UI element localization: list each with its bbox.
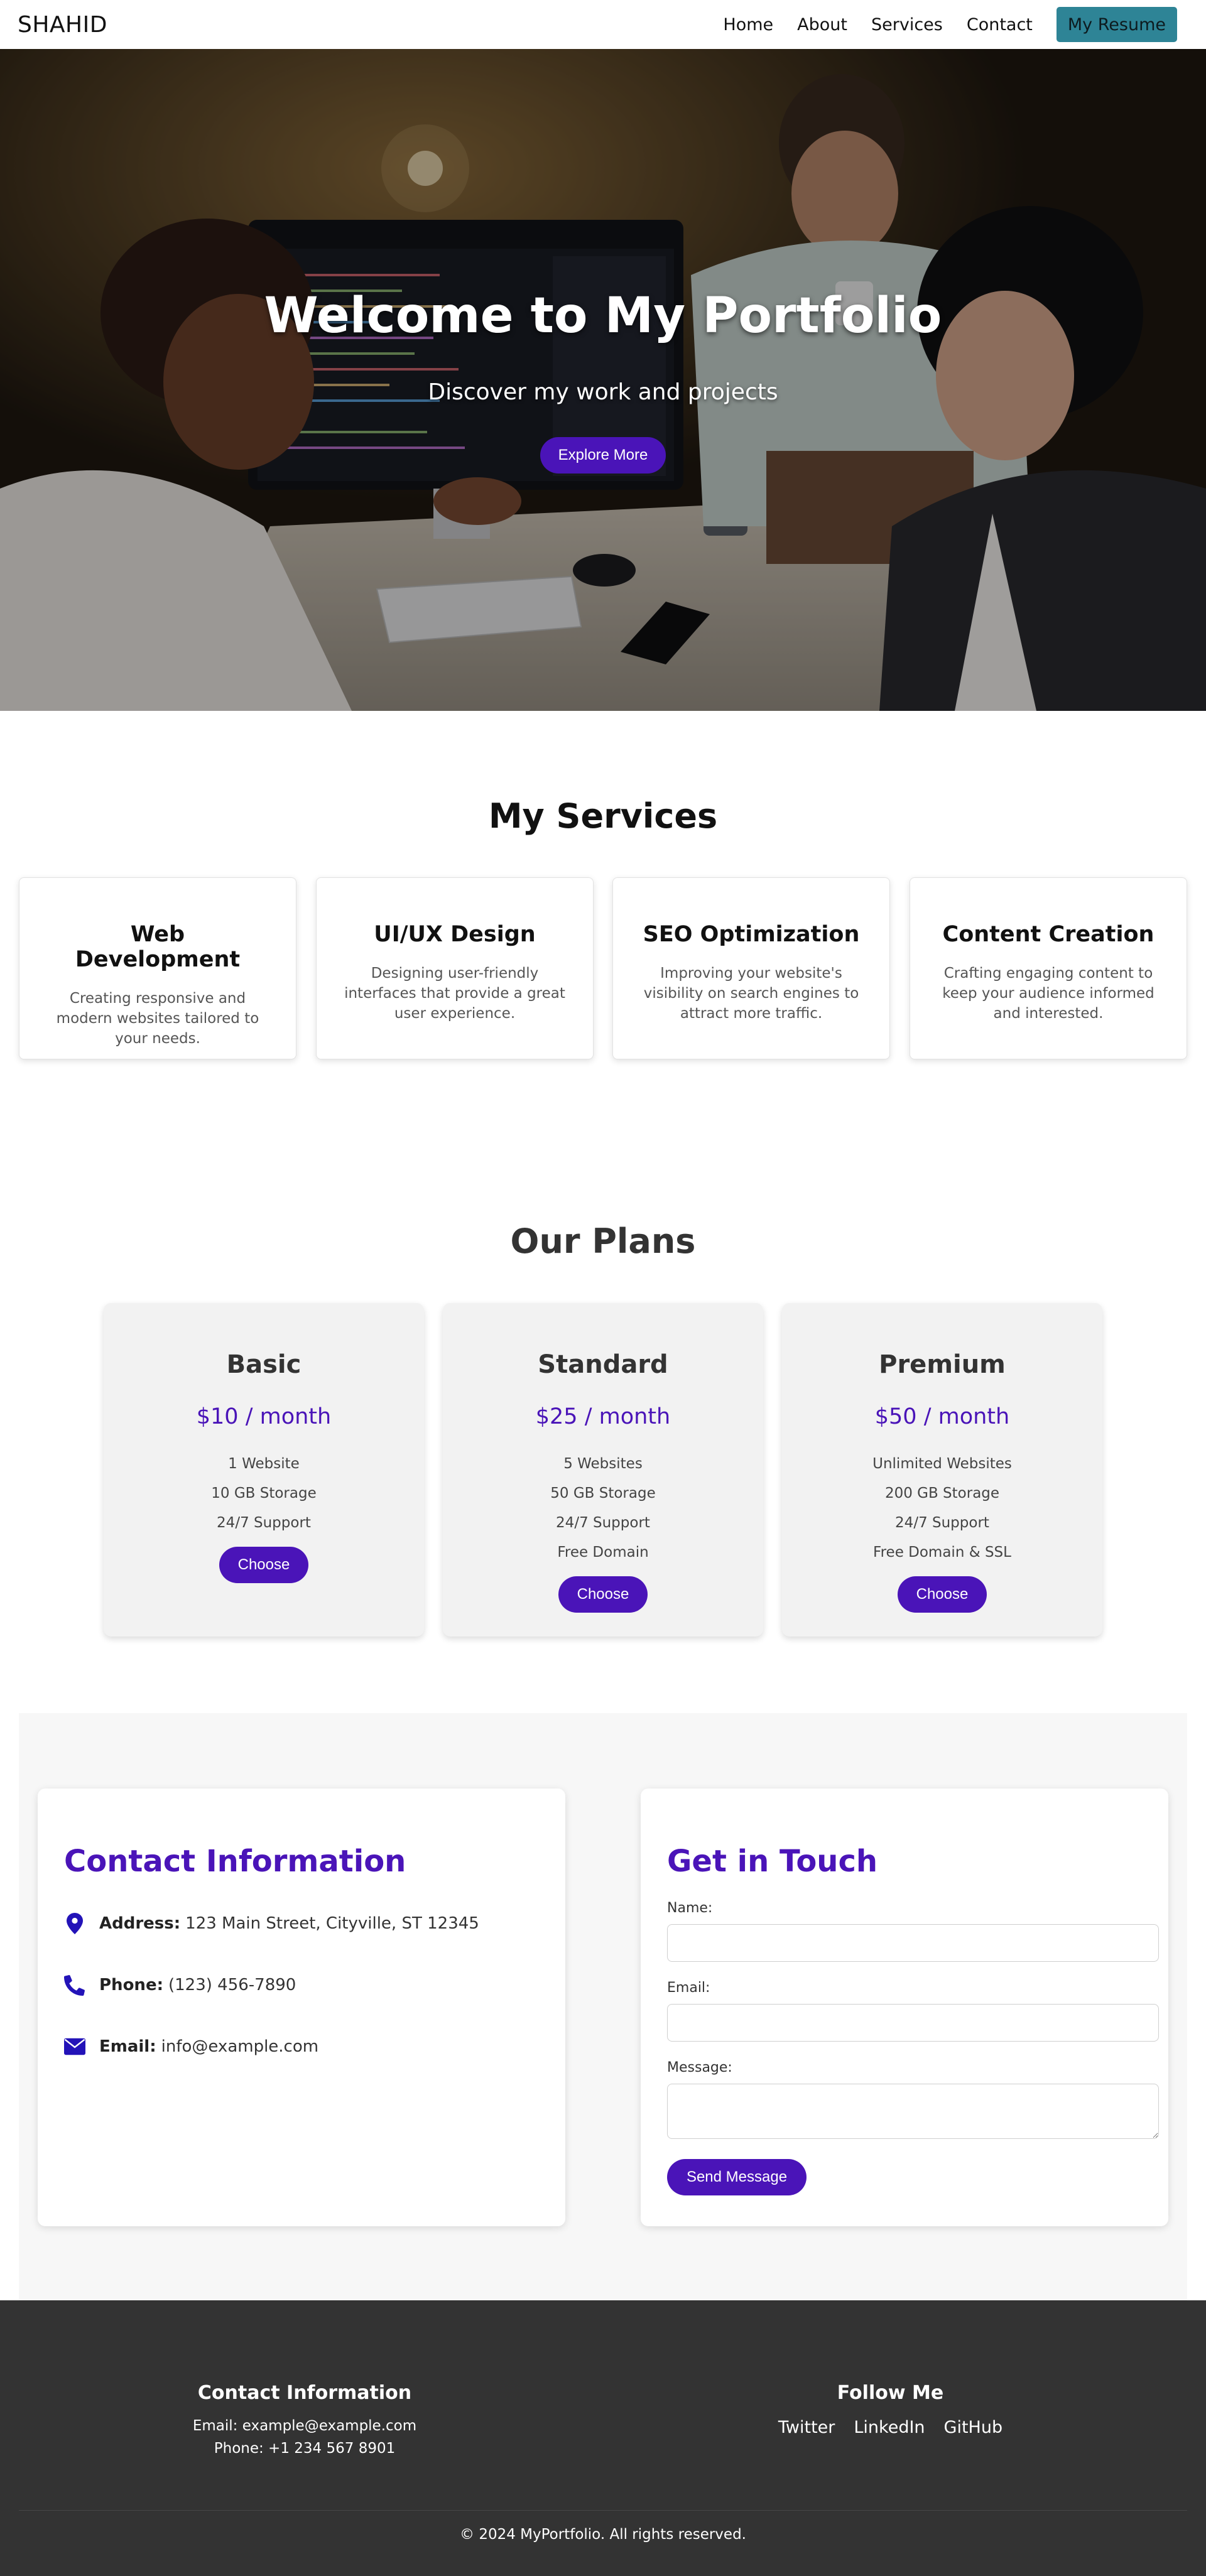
email-field-label: Email: [667,1980,710,1996]
envelope-icon [64,2036,85,2057]
contact-email-row: Email: info@example.com [64,2036,318,2057]
footer-contact-column: Contact Information Email: example@examp… [0,2382,609,2457]
plan-card-standard: Standard $25 / month 5 Websites 50 GB St… [443,1303,763,1637]
contact-section: Contact Information Address: 123 Main St… [19,1713,1187,2300]
plan-price: $50 / month [874,1404,1010,1429]
name-input[interactable] [667,1924,1159,1962]
footer-social-column: Follow Me Twitter LinkedIn GitHub [587,2382,1193,2437]
plan-feature: 24/7 Support [556,1515,650,1531]
github-link[interactable]: GitHub [944,2418,1003,2437]
plan-feature: 10 GB Storage [211,1485,317,1502]
plan-feature: 24/7 Support [217,1515,311,1531]
plan-card-premium: Premium $50 / month Unlimited Websites 2… [782,1303,1102,1637]
hero-title: Welcome to My Portfolio [264,288,942,344]
service-description: Crafting engaging content to keep your a… [942,965,1154,1022]
choose-standard-button[interactable]: Choose [558,1576,648,1613]
plan-feature: Unlimited Websites [872,1456,1012,1472]
service-title: UI/UX Design [374,922,536,947]
contact-info-card: Contact Information Address: 123 Main St… [38,1789,565,2226]
nav-link-home[interactable]: Home [723,15,773,35]
plan-feature: 1 Website [228,1456,300,1472]
nav-link-contact[interactable]: Contact [967,15,1033,35]
linkedin-link[interactable]: LinkedIn [854,2418,925,2437]
copyright-text: © 2024 MyPortfolio. All rights reserved. [460,2526,746,2543]
contact-form-title: Get in Touch [667,1844,878,1879]
plan-feature: Free Domain [557,1544,649,1561]
choose-basic-button[interactable]: Choose [219,1547,308,1583]
plan-features: 5 Websites 50 GB Storage 24/7 Support Fr… [443,1449,763,1567]
contact-address-row: Address: 123 Main Street, Cityville, ST … [64,1913,479,1934]
send-message-button[interactable]: Send Message [667,2159,807,2195]
plan-price: $10 / month [196,1404,332,1429]
plan-name: Basic [226,1350,302,1379]
hero-content: Welcome to My Portfolio Discover my work… [0,49,1206,711]
service-title: Web Development [75,922,241,972]
phone-label: Phone: [99,1976,163,1994]
hero-subtitle: Discover my work and projects [428,379,778,405]
choose-premium-button[interactable]: Choose [898,1576,987,1613]
map-marker-icon [64,1913,85,1934]
plan-feature: 24/7 Support [895,1515,989,1531]
footer: Contact Information Email: example@examp… [0,2300,1206,2576]
nav-links: Home About Services Contact My Resume [723,7,1177,42]
footer-email: Email: example@example.com [192,2418,417,2434]
contact-phone-row: Phone: (123) 456-7890 [64,1974,296,1996]
plan-feature: 50 GB Storage [550,1485,656,1502]
plan-features: 1 Website 10 GB Storage 24/7 Support [104,1449,424,1538]
plan-feature: 200 GB Storage [884,1485,1000,1502]
twitter-link[interactable]: Twitter [778,2418,835,2437]
my-resume-button[interactable]: My Resume [1056,7,1177,42]
plan-price: $25 / month [535,1404,671,1429]
service-title: SEO Optimization [643,922,860,947]
footer-contact-title: Contact Information [197,2382,412,2404]
plan-feature: Free Domain & SSL [873,1544,1011,1561]
phone-icon [64,1974,85,1996]
email-value[interactable]: info@example.com [161,2037,318,2056]
footer-divider [19,2510,1187,2511]
service-card-ui-ux-design: UI/UX Design Designing user-friendly int… [316,877,594,1059]
service-description: Improving your website's visibility on s… [643,965,859,1022]
email-input[interactable] [667,2004,1159,2042]
nav-link-about[interactable]: About [797,15,847,35]
address-value: 123 Main Street, Cityville, ST 12345 [185,1914,479,1933]
message-label: Message: [667,2060,732,2075]
services-title: My Services [488,796,718,836]
footer-social-links: Twitter LinkedIn GitHub [587,2418,1193,2437]
email-label: Email: [99,2037,156,2056]
phone-value: (123) 456-7890 [168,1976,296,1994]
message-textarea[interactable] [667,2084,1159,2139]
plans-title: Our Plans [510,1221,696,1261]
address-label: Address: [99,1914,181,1933]
service-description: Designing user-friendly interfaces that … [344,965,565,1022]
brand-logo[interactable]: SHAHID [18,12,107,38]
service-card-seo-optimization: SEO Optimization Improving your website'… [612,877,890,1059]
plan-feature: 5 Websites [563,1456,643,1472]
service-card-web-development: Web Development Creating responsive and … [19,877,296,1059]
contact-info-title: Contact Information [64,1844,406,1879]
hero-section: Welcome to My Portfolio Discover my work… [0,49,1206,711]
top-navbar: SHAHID Home About Services Contact My Re… [0,0,1206,49]
contact-form-card: Get in Touch Name: Email: Message: Send … [641,1789,1168,2226]
footer-follow-title: Follow Me [837,2382,944,2404]
service-title: Content Creation [942,922,1154,947]
plan-name: Standard [538,1350,668,1379]
service-description: Creating responsive and modern websites … [56,990,259,1047]
name-label: Name: [667,1900,713,1916]
explore-more-button[interactable]: Explore More [540,437,666,474]
service-card-content-creation: Content Creation Crafting engaging conte… [910,877,1187,1059]
plan-card-basic: Basic $10 / month 1 Website 10 GB Storag… [104,1303,424,1637]
nav-link-services[interactable]: Services [871,15,943,35]
plan-name: Premium [879,1350,1006,1379]
plan-features: Unlimited Websites 200 GB Storage 24/7 S… [782,1449,1102,1567]
footer-phone: Phone: +1 234 567 8901 [214,2440,396,2457]
